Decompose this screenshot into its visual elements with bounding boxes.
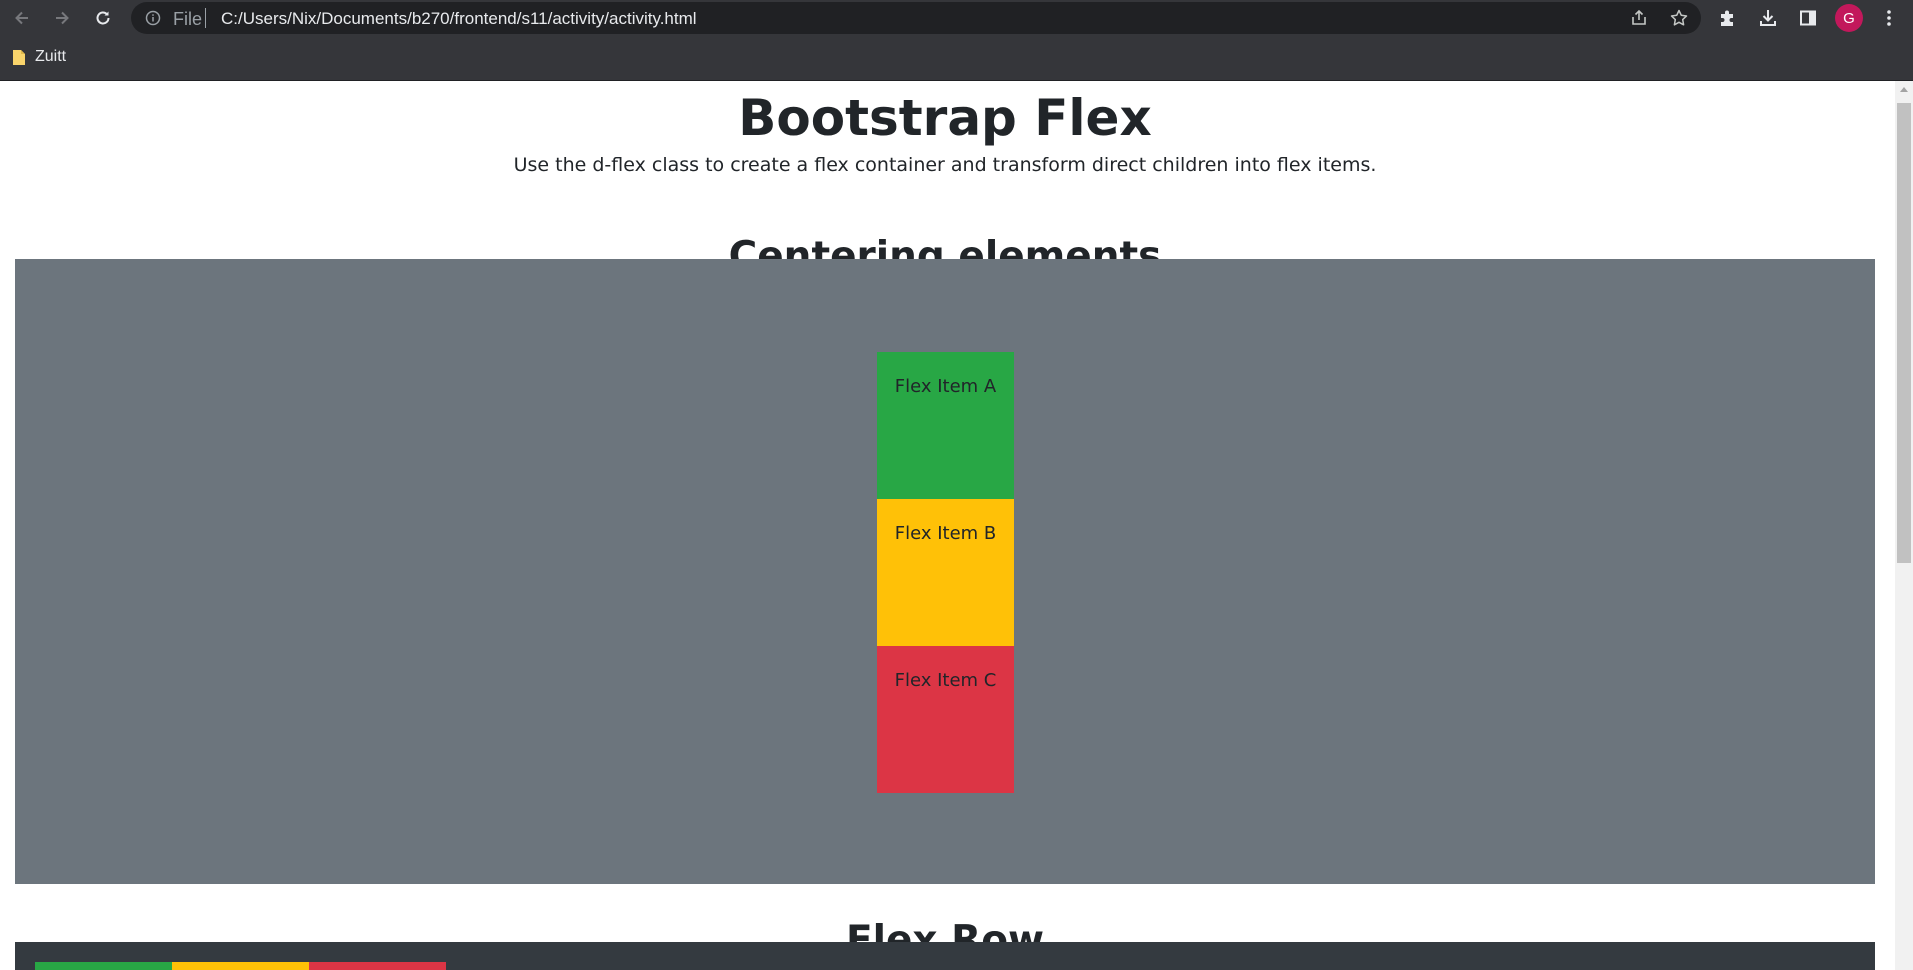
flex-item-label: Flex Item B (894, 523, 997, 544)
download-icon (1760, 10, 1776, 26)
flex-row-items (35, 962, 446, 970)
flex-item-c: Flex Item C (877, 646, 1014, 793)
flex-item-a: Flex Item A (877, 352, 1014, 499)
flex-row-item-1 (35, 962, 172, 970)
flex-column: Flex Item A Flex Item B Flex Item C (877, 352, 1014, 793)
page-icon (13, 49, 25, 65)
omnibox-divider (205, 8, 206, 28)
scheme-label: File (173, 9, 203, 29)
forward-button[interactable] (49, 5, 75, 31)
reload-icon (96, 11, 110, 25)
arrow-left-icon (15, 11, 28, 25)
side-panel-button[interactable] (1795, 5, 1821, 31)
browser-toolbar: File C:/Users/Nix/Documents/b270/fronten… (0, 0, 1913, 36)
side-panel-icon (1800, 10, 1816, 26)
star-icon (1670, 9, 1688, 26)
share-icon (1632, 9, 1646, 25)
kebab-menu-icon (1887, 10, 1891, 26)
info-icon[interactable] (145, 10, 161, 26)
scrollbar-thumb[interactable] (1897, 103, 1911, 563)
centering-container: Flex Item A Flex Item B Flex Item C (15, 259, 1875, 884)
url-text[interactable]: C:/Users/Nix/Documents/b270/frontend/s11… (221, 9, 697, 29)
browser-chrome: File C:/Users/Nix/Documents/b270/fronten… (0, 0, 1913, 81)
downloads-button[interactable] (1755, 5, 1781, 31)
page-lead: Use the d-flex class to create a flex co… (513, 154, 1377, 176)
arrow-right-icon (56, 11, 69, 25)
page-scrollbar[interactable] (1895, 81, 1913, 970)
bookmark-star-button[interactable] (1667, 6, 1691, 30)
extensions-button[interactable] (1715, 5, 1741, 31)
profile-avatar[interactable]: G (1835, 4, 1863, 32)
page-title: Bootstrap Flex (738, 89, 1152, 147)
browser-menu-button[interactable] (1876, 5, 1902, 31)
share-button[interactable] (1627, 6, 1651, 30)
scroll-up-arrow-icon[interactable] (1900, 87, 1908, 92)
bookmarks-bar: Zuitt (0, 36, 1913, 81)
flex-row-item-3 (309, 962, 446, 970)
flex-item-label: Flex Item A (894, 376, 997, 397)
bookmark-zuitt[interactable]: Zuitt (12, 45, 66, 69)
flex-row-container (15, 942, 1875, 970)
address-bar[interactable]: File C:/Users/Nix/Documents/b270/fronten… (131, 2, 1701, 34)
page-viewport: Bootstrap Flex Use the d-flex class to c… (0, 81, 1913, 970)
back-button[interactable] (9, 5, 35, 31)
bookmark-label: Zuitt (35, 48, 67, 65)
flex-row-item-2 (172, 962, 309, 970)
reload-button[interactable] (90, 5, 116, 31)
flex-item-label: Flex Item C (894, 670, 997, 691)
flex-item-b: Flex Item B (877, 499, 1014, 646)
puzzle-icon (1721, 10, 1733, 26)
